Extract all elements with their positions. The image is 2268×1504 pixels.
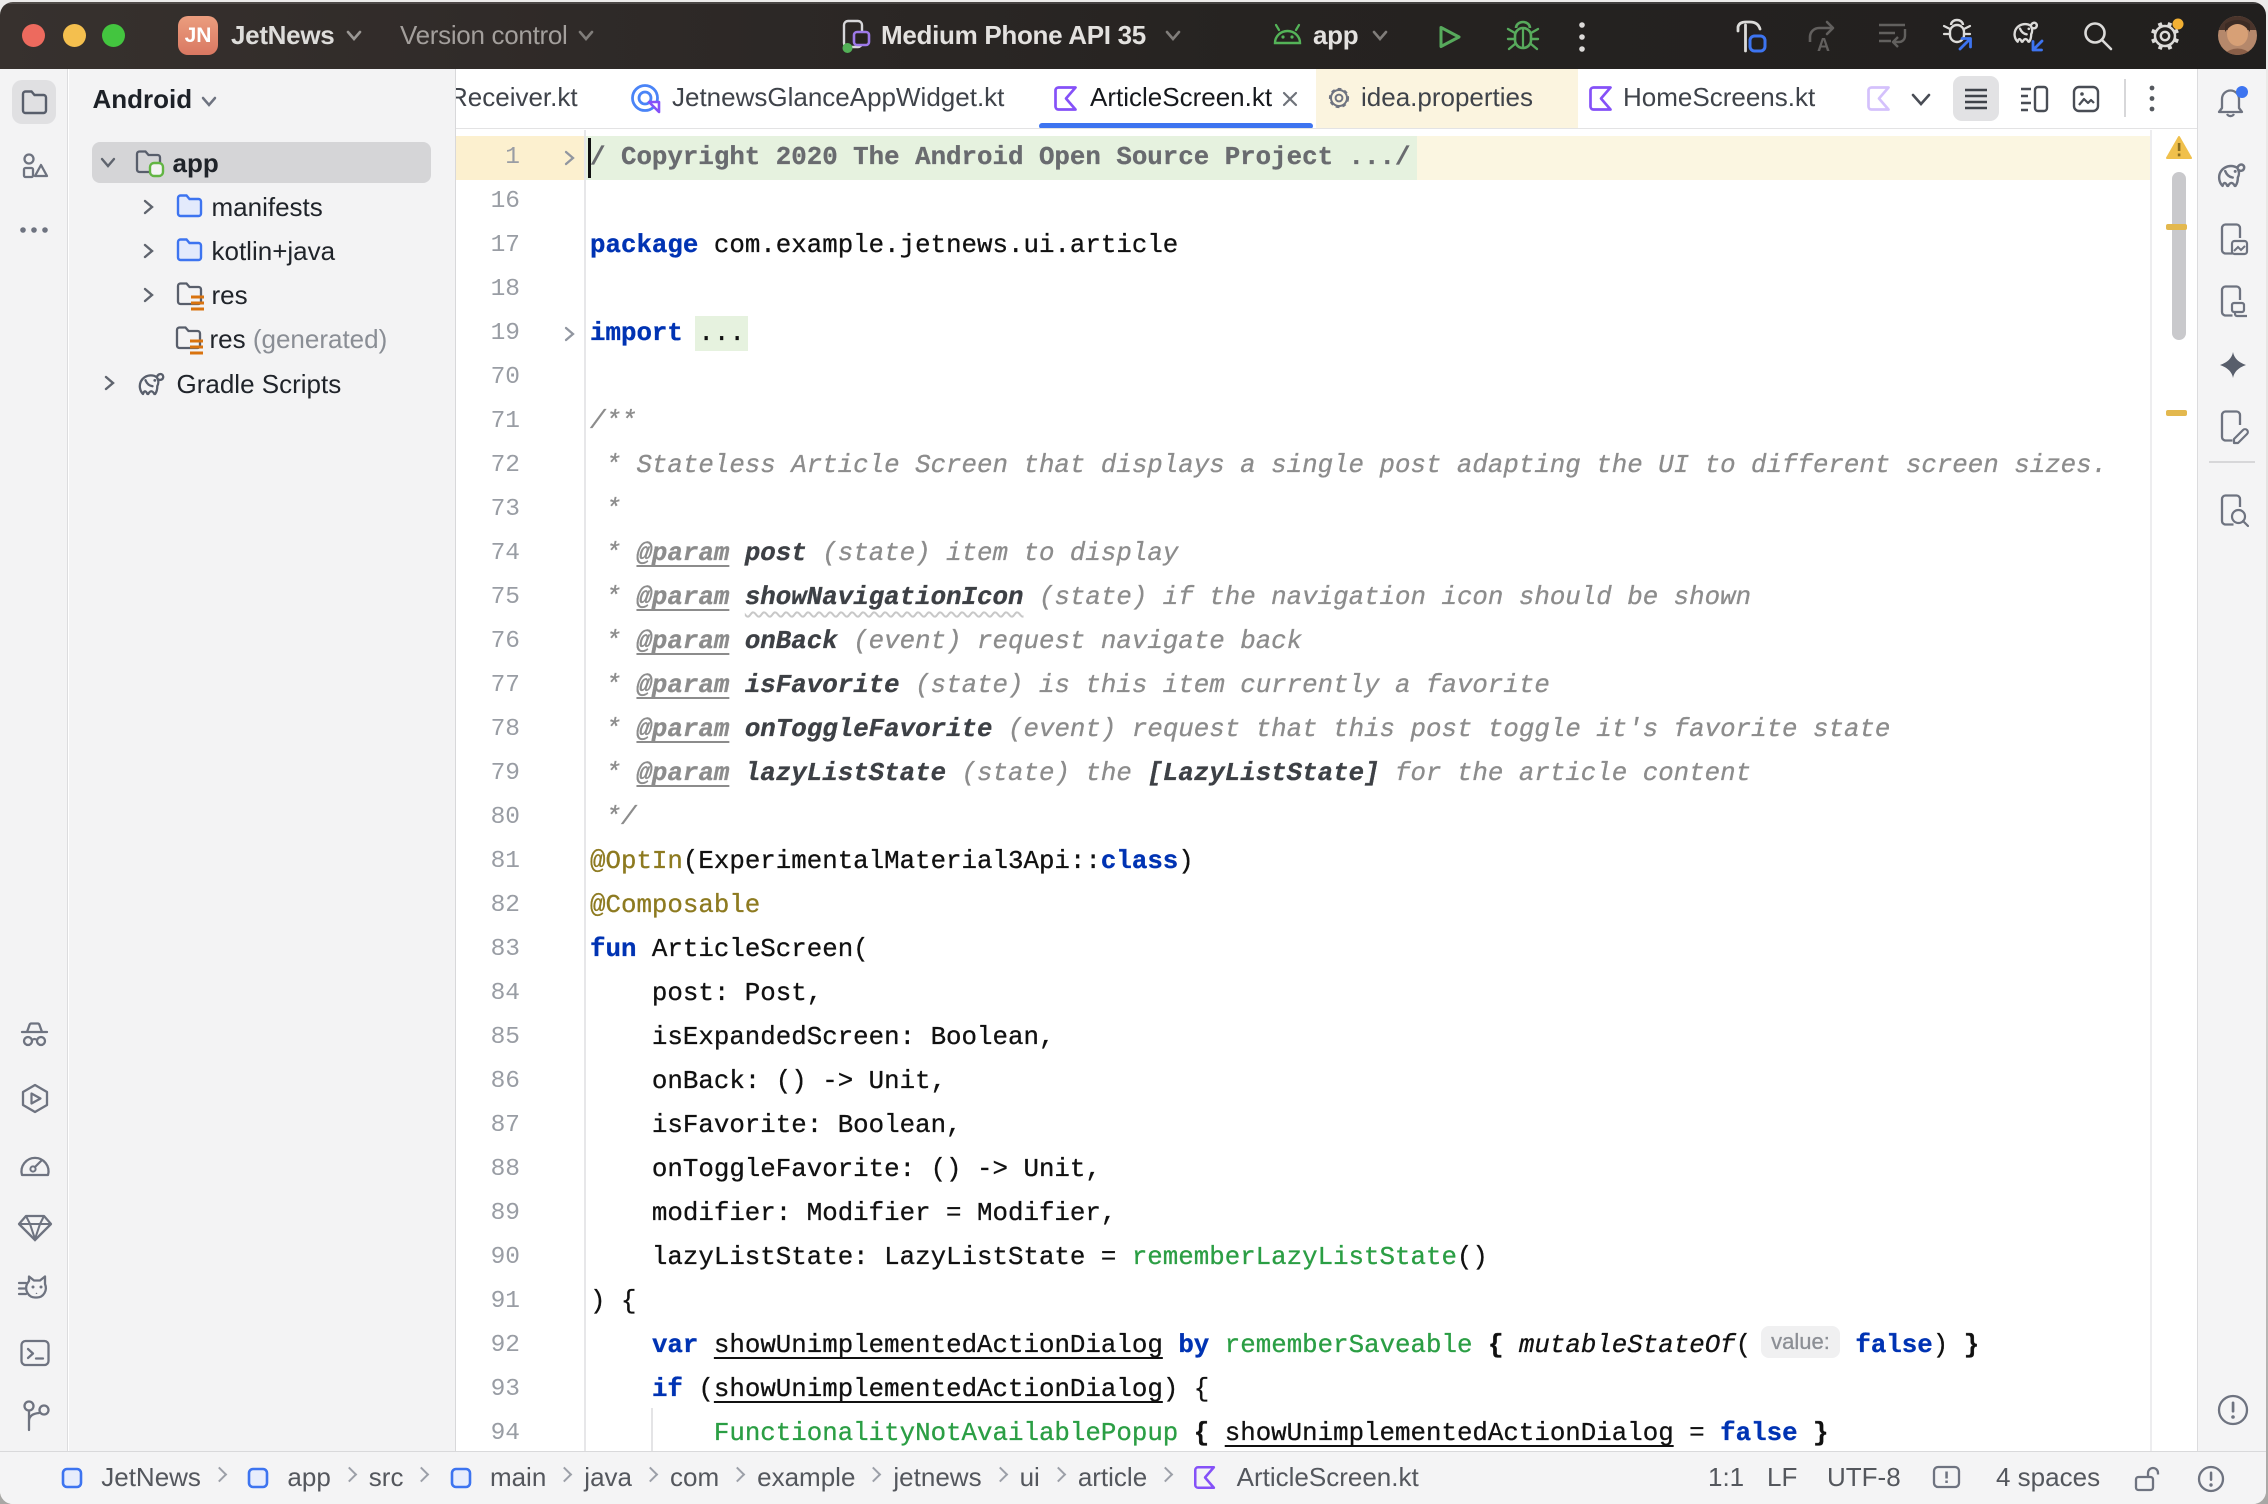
svg-text:A: A — [1817, 35, 1830, 55]
